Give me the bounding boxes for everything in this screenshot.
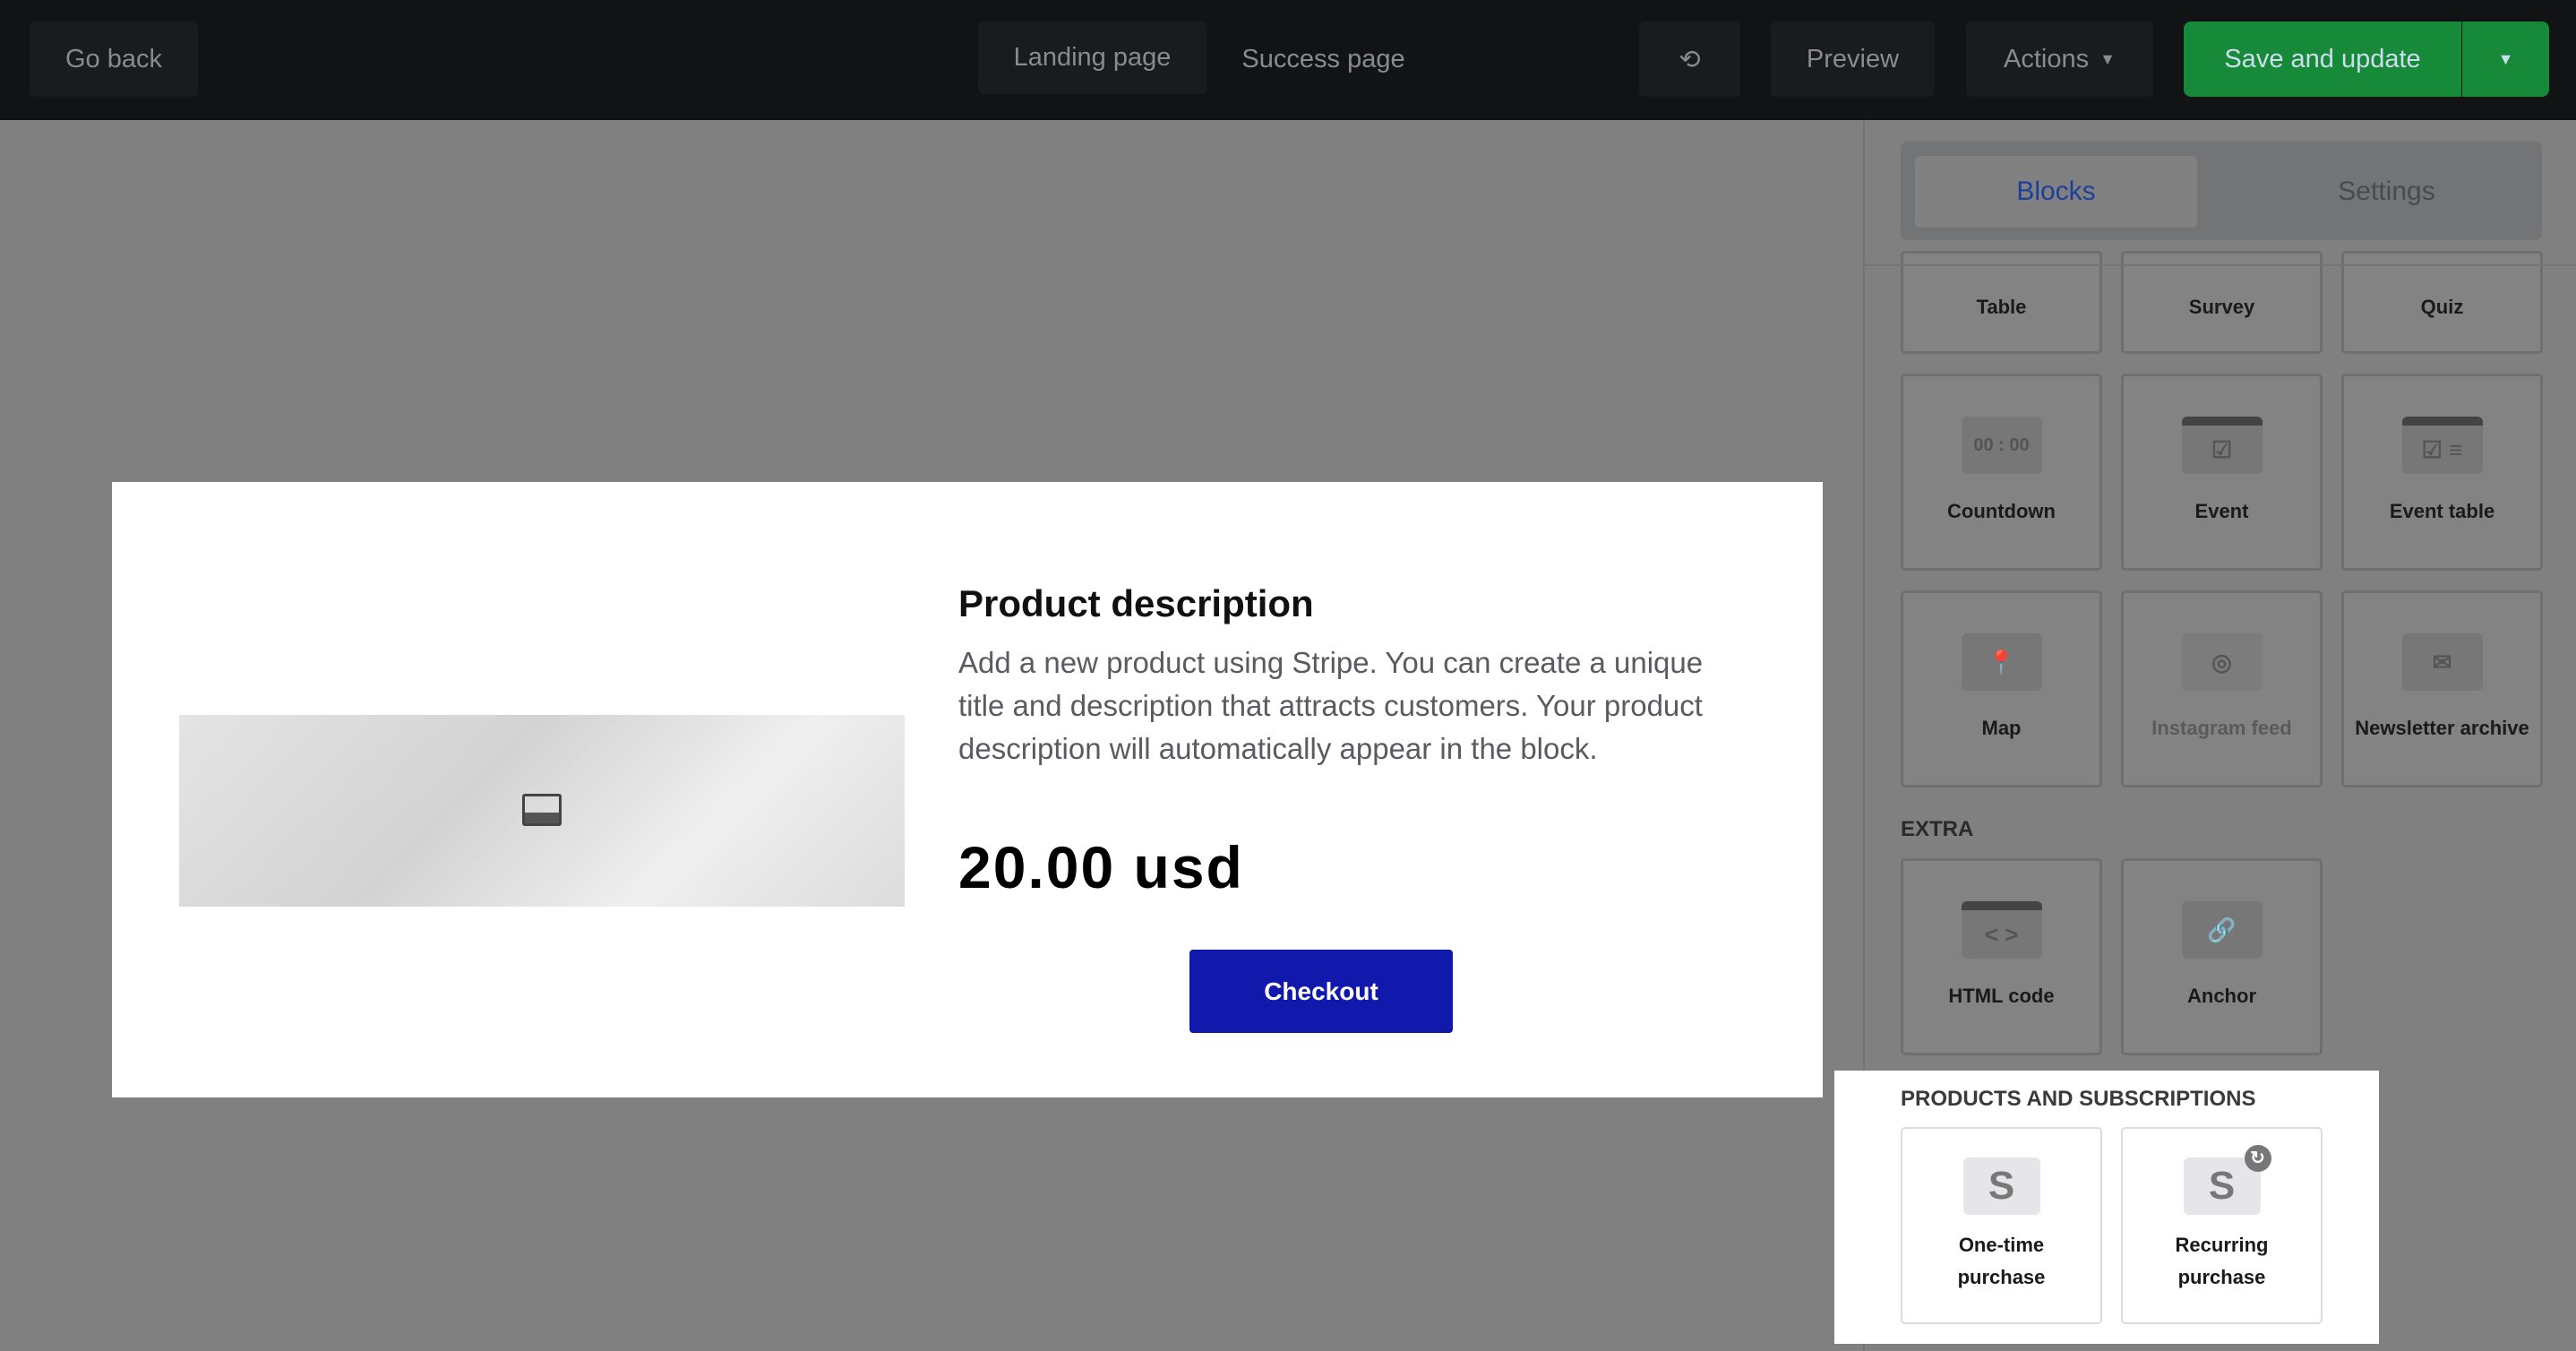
tab-success-page[interactable]: Success page: [1218, 22, 1429, 97]
block-label: Newsletter archive: [2355, 717, 2529, 739]
code-icon: < >: [1961, 901, 2042, 959]
actions-button[interactable]: Actions ▼: [1966, 22, 2153, 97]
caret-down-icon: ▼: [2497, 49, 2514, 68]
save-options-dropdown[interactable]: ▼: [2462, 22, 2549, 97]
product-price[interactable]: 20.00 usd: [958, 833, 1244, 901]
image-placeholder-icon: [522, 794, 562, 826]
divider: [1863, 264, 2576, 266]
block-table[interactable]: Table: [1901, 251, 2102, 354]
block-label: Event table: [2389, 500, 2495, 522]
block-quiz[interactable]: Quiz: [2341, 251, 2543, 354]
block-label: Survey: [2188, 295, 2255, 318]
product-title[interactable]: Product description: [958, 582, 1314, 625]
section-products-title: PRODUCTS AND SUBSCRIPTIONS: [1901, 1087, 2256, 1111]
block-event-table[interactable]: ☑ ≡ Event table: [2341, 374, 2543, 571]
instagram-icon: ◎: [2181, 633, 2263, 691]
block-label: HTML code: [1948, 985, 2055, 1007]
block-instagram-feed[interactable]: ◎ Instagram feed: [2121, 590, 2323, 787]
tab-settings[interactable]: Settings: [2245, 156, 2528, 228]
stripe-s-icon: S: [1962, 1157, 2040, 1215]
envelope-icon: ✉: [2401, 633, 2483, 691]
link-icon: 🔗: [2181, 901, 2263, 959]
tab-landing-page[interactable]: Landing page: [978, 22, 1206, 94]
block-label: One-time purchase: [1957, 1234, 2046, 1288]
block-label: Anchor: [2187, 985, 2256, 1007]
block-one-time-purchase[interactable]: S One-time purchase: [1901, 1127, 2102, 1324]
block-label: Event: [2194, 500, 2249, 522]
section-extra-title: EXTRA: [1901, 817, 1974, 841]
block-recurring-purchase[interactable]: S ↻ Recurring purchase: [2121, 1127, 2323, 1324]
tab-blocks[interactable]: Blocks: [1915, 156, 2197, 228]
block-countdown[interactable]: 00 : 00 Countdown: [1901, 374, 2102, 571]
history-button[interactable]: ⟲: [1639, 22, 1740, 97]
stripe-recurring-icon: S ↻: [2183, 1145, 2271, 1215]
block-anchor[interactable]: 🔗 Anchor: [2121, 858, 2323, 1055]
block-event[interactable]: ☑ Event: [2121, 374, 2323, 571]
block-newsletter-archive[interactable]: ✉ Newsletter archive: [2341, 590, 2543, 787]
products-highlight: PRODUCTS AND SUBSCRIPTIONS S One-time pur…: [1834, 1071, 2379, 1344]
countdown-icon: 00 : 00: [1961, 417, 2042, 474]
product-image[interactable]: [179, 715, 905, 907]
top-bar: Go back Landing page Success page ⟲ Prev…: [0, 0, 2576, 120]
preview-button[interactable]: Preview: [1771, 22, 1935, 97]
caret-down-icon: ▼: [2099, 49, 2116, 68]
block-label: Table: [1976, 295, 2027, 318]
go-back-button[interactable]: Go back: [30, 22, 198, 97]
map-pin-icon: 📍: [1961, 633, 2042, 691]
save-and-update-button[interactable]: Save and update: [2184, 22, 2461, 97]
actions-label: Actions: [2004, 44, 2090, 73]
calendar-icon: ☑: [2181, 417, 2263, 474]
block-map[interactable]: 📍 Map: [1901, 590, 2102, 787]
history-icon: ⟲: [1679, 45, 1701, 74]
refresh-icon: ↻: [2244, 1145, 2271, 1172]
block-label: Recurring purchase: [2175, 1234, 2269, 1288]
calendar-list-icon: ☑ ≡: [2401, 417, 2483, 474]
block-survey[interactable]: Survey: [2121, 251, 2323, 354]
checkout-button[interactable]: Checkout: [1189, 950, 1453, 1033]
sidebar-tabs: Blocks Settings: [1901, 142, 2542, 240]
block-label: Map: [1981, 717, 2022, 739]
block-label: Instagram feed: [2151, 717, 2292, 739]
product-description[interactable]: Add a new product using Stripe. You can …: [958, 641, 1720, 770]
block-html-code[interactable]: < > HTML code: [1901, 858, 2102, 1055]
block-label: Quiz: [2420, 295, 2464, 318]
block-label: Countdown: [1947, 500, 2056, 522]
